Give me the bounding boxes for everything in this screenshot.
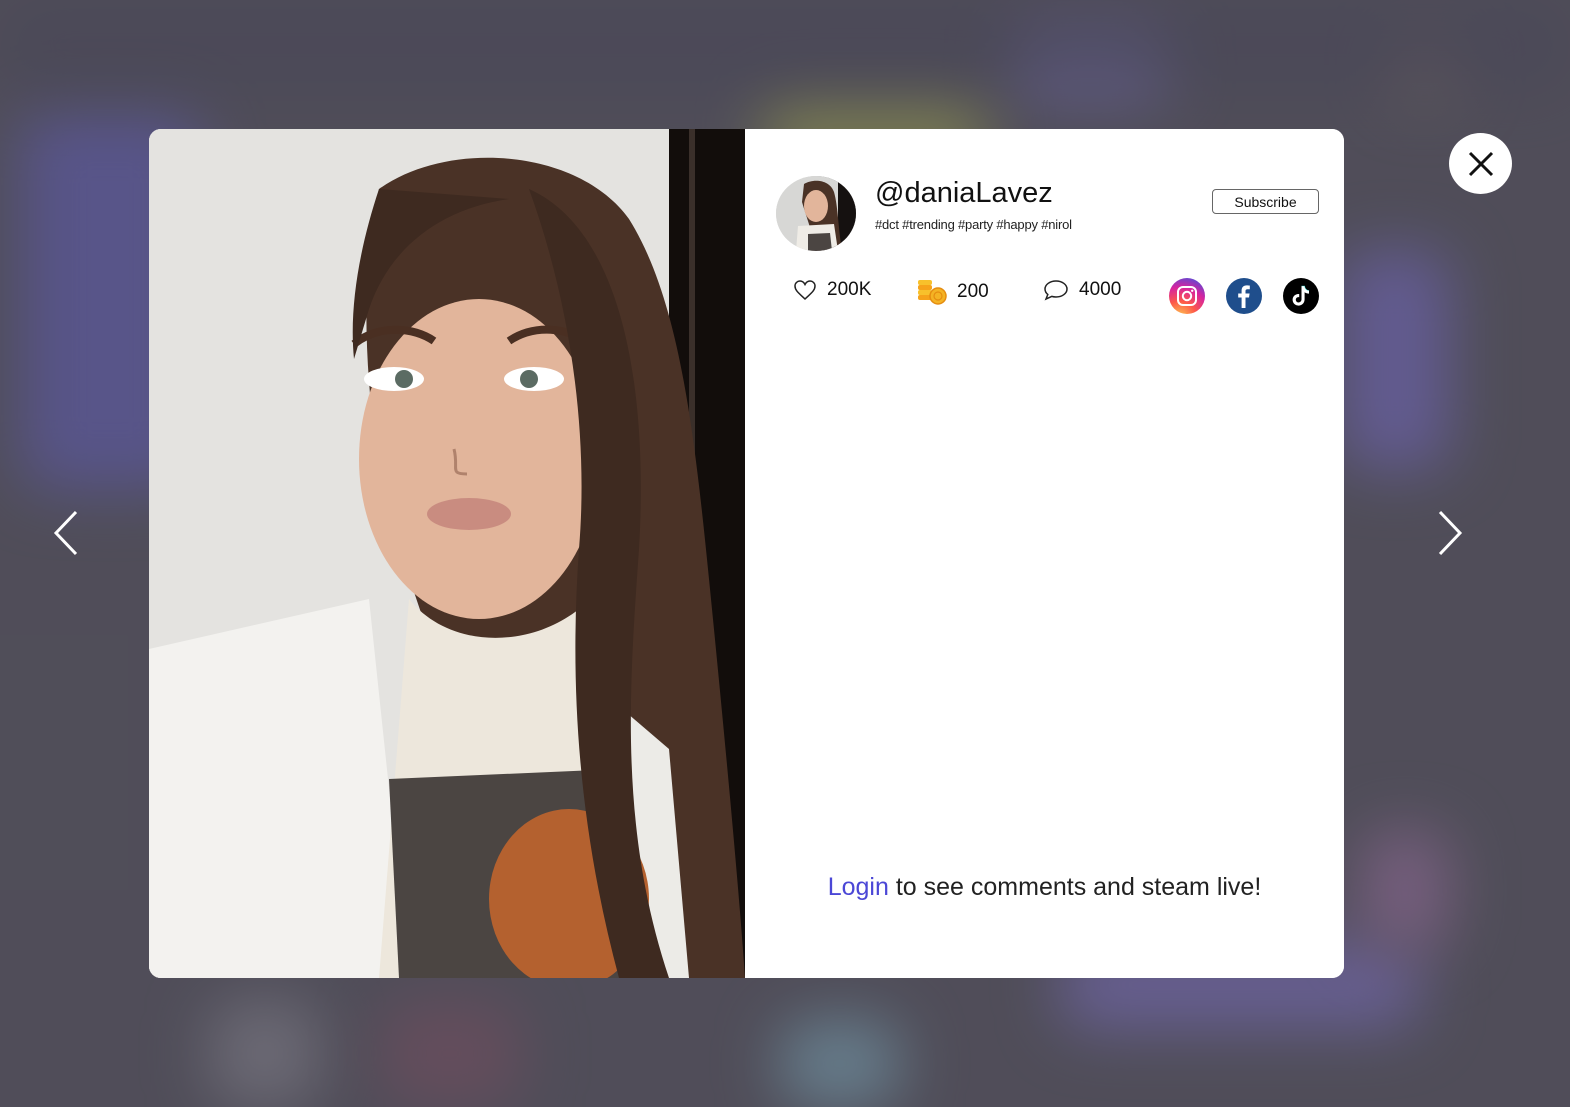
login-prompt-text: to see comments and steam live!: [888, 873, 1262, 901]
previous-arrow[interactable]: [50, 508, 84, 558]
post-modal: @daniaLavez #dct #trending #party #happy…: [149, 129, 1344, 978]
heart-icon: [794, 280, 816, 301]
post-details-panel: @daniaLavez #dct #trending #party #happy…: [745, 129, 1344, 978]
likes-stat[interactable]: 200K: [793, 279, 871, 301]
next-arrow[interactable]: [1432, 508, 1466, 558]
avatar[interactable]: [776, 176, 856, 251]
chevron-right-icon: [1438, 510, 1463, 556]
coins-count: 200: [957, 281, 989, 302]
tiktok-button[interactable]: [1283, 278, 1319, 314]
login-link[interactable]: Login: [828, 873, 889, 901]
subscribe-button[interactable]: Subscribe: [1212, 189, 1319, 214]
post-photo: [149, 129, 745, 978]
facebook-icon: [1238, 285, 1250, 308]
close-icon: [1468, 151, 1493, 176]
hashtags: #dct #trending #party #happy #nirol: [875, 217, 1072, 232]
comments-stat[interactable]: 4000: [1043, 279, 1121, 301]
login-prompt: Login to see comments and steam live!: [745, 873, 1344, 902]
close-button[interactable]: [1449, 133, 1512, 194]
comments-count: 4000: [1079, 279, 1122, 300]
tiktok-icon: [1292, 285, 1310, 306]
facebook-button[interactable]: [1226, 278, 1262, 314]
avatar-image: [776, 176, 856, 251]
coins-stat[interactable]: 200: [917, 279, 989, 305]
instagram-button[interactable]: [1169, 278, 1205, 314]
username[interactable]: @daniaLavez: [875, 177, 1053, 210]
comment-icon: [1044, 280, 1068, 301]
chevron-left-icon: [53, 510, 78, 556]
portrait-image: [149, 129, 745, 978]
instagram-icon: [1177, 286, 1197, 306]
likes-count: 200K: [827, 279, 872, 300]
coins-icon: [918, 280, 947, 305]
